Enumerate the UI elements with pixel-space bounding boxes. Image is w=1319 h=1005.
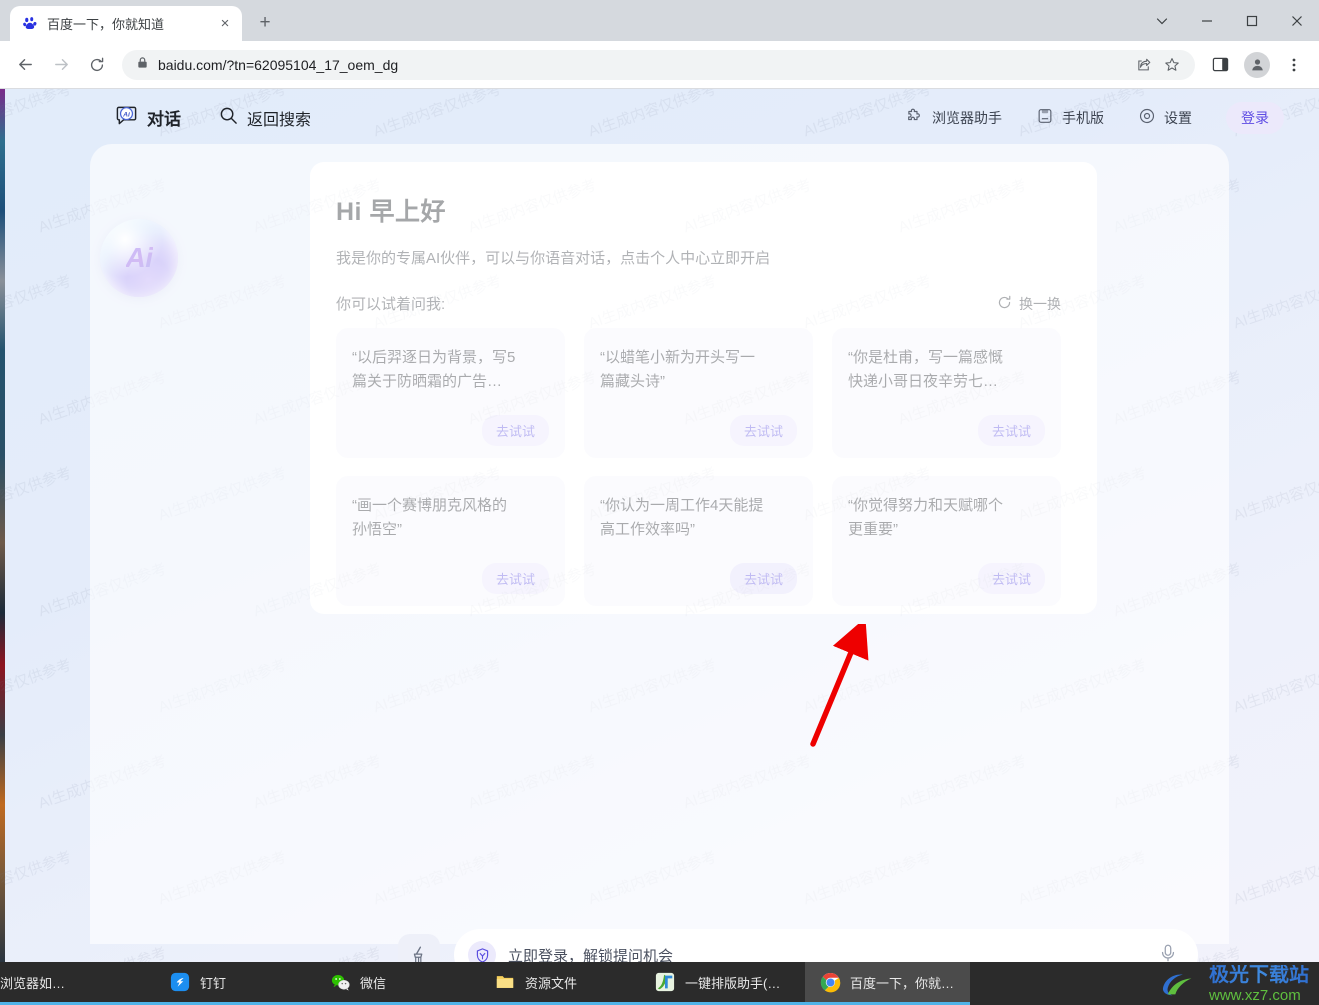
profile-avatar-icon[interactable] [1244,51,1270,78]
content-shell [90,144,1229,944]
chat-input-placeholder: 立即登录，解锁提问机会 [508,947,674,963]
shield-badge-icon [468,941,496,962]
watermark-text: AI生成内容仅供参考 [250,942,384,962]
address-bar[interactable]: baidu.com/?tn=62095104_17_oem_dg [122,49,1195,80]
nav-label-browser-assistant: 浏览器助手 [932,109,1002,126]
watermark-text: AI生成内容仅供参考 [1231,848,1319,909]
taskbar-item-resource-folder[interactable]: 资源文件 [480,962,640,1005]
tab-title: 百度一下，你就知道 [47,17,165,32]
share-icon[interactable] [1131,52,1157,78]
chat-input-bar: 立即登录，解锁提问机会 [398,929,1198,962]
chat-input-field[interactable]: 立即登录，解锁提问机会 [454,929,1198,962]
nav-item-settings[interactable]: 设置 [1138,107,1192,128]
taskbar-label: 钉钉 [200,975,227,991]
side-panel-icon[interactable] [1203,48,1237,82]
nav-item-browser-assistant[interactable]: 浏览器助手 [906,107,1002,128]
page-header: Ai 对话 返回搜索 浏览器助手 手机版 设置 登录 [0,89,1319,146]
browser-tab[interactable]: 百度一下，你就知道 × [10,6,242,41]
taskbar-item-chrome[interactable]: 百度一下，你就知… [805,962,970,1005]
forward-arrow-icon[interactable] [44,48,78,82]
gear-icon [1138,107,1156,128]
dingtalk-icon [169,971,191,993]
tab-close-icon[interactable]: × [214,13,236,35]
browser-window: 百度一下，你就知道 × + baidu.com/?tn=62095104_17_… [0,0,1319,1005]
header-nav-right: 浏览器助手 手机版 设置 登录 [906,101,1284,134]
left-edge-strip [0,89,5,962]
brand-name-cn: 极光下载站 [1209,963,1309,986]
browser-titlebar: 百度一下，你就知道 × + [0,0,1319,41]
omnibox-actions [1131,52,1185,78]
taskbar-label: 一键排版助手(MyE… [685,975,791,991]
three-dot-menu-icon[interactable] [1277,48,1311,82]
search-icon [219,106,238,130]
lock-icon [136,56,149,74]
baidu-paw-icon [22,15,39,32]
watermark-text: AI生成内容仅供参考 [0,848,74,909]
brand-url: www.xz7.com [1209,986,1301,1004]
maximize-icon[interactable] [1229,0,1274,41]
site-watermark-logo: 极光下载站 www.xz7.com [1160,962,1309,1005]
svg-text:Ai: Ai [122,111,130,118]
puzzle-icon [906,107,924,128]
nav-label-chat: 对话 [147,110,181,129]
microphone-icon[interactable] [1158,943,1178,963]
login-button[interactable]: 登录 [1226,101,1284,134]
browser-toolbar: baidu.com/?tn=62095104_17_oem_dg [0,41,1319,88]
back-arrow-icon[interactable] [8,48,42,82]
nav-label-mobile: 手机版 [1062,109,1104,126]
reload-icon[interactable] [80,48,114,82]
window-controls [1139,0,1319,41]
taskbar-label: 浏览器如… [0,975,66,991]
broom-clear-icon[interactable] [398,934,440,962]
page-viewport: AI生成内容仅供参考 AI生成内容仅供参考 AI生成内容仅供参考 AI生成内容仅供参考… [0,89,1319,962]
wechat-icon [329,971,351,993]
watermark-text: AI生成内容仅供参考 [1231,272,1319,333]
header-nav-left: Ai 对话 返回搜索 [115,104,311,132]
nav-item-back-to-search[interactable]: 返回搜索 [219,106,311,130]
watermark-text: AI生成内容仅供参考 [35,942,169,962]
new-tab-button[interactable]: + [250,8,280,38]
toolbar-right-actions [1203,48,1311,82]
taskbar-item-dingtalk[interactable]: 钉钉 [155,962,315,1005]
taskbar-label: 资源文件 [525,975,578,991]
folder-icon [494,971,516,993]
nav-item-mobile[interactable]: 手机版 [1036,107,1104,128]
annotation-arrow [810,624,869,747]
mobile-icon [1036,107,1054,128]
star-icon[interactable] [1159,52,1185,78]
watermark-text: AI生成内容仅供参考 [1231,656,1319,717]
nav-item-chat[interactable]: Ai 对话 [115,104,181,132]
ai-chat-icon: Ai [115,104,138,132]
watermark-text: AI生成内容仅供参考 [1231,464,1319,525]
taskbar-item-typesetting[interactable]: 一键排版助手(MyE… [640,962,805,1005]
url-text: baidu.com/?tn=62095104_17_oem_dg [158,56,399,73]
aurora-swoosh-icon [1162,973,1192,995]
minimize-icon[interactable] [1184,0,1229,41]
tab-search-icon[interactable] [1139,0,1184,41]
nav-label-settings: 设置 [1164,109,1192,126]
windows-taskbar: 浏览器如… 钉钉 微信 资源文件 一键排版助手(MyE… [0,962,1319,1005]
typesetting-icon [654,971,676,993]
taskbar-item-browser[interactable]: 浏览器如… [0,962,155,1005]
taskbar-item-wechat[interactable]: 微信 [315,962,480,1005]
watermark-text: AI生成内容仅供参考 [0,464,74,525]
chrome-icon [819,971,841,993]
taskbar-label: 微信 [360,975,387,991]
watermark-text: AI生成内容仅供参考 [0,272,74,333]
taskbar-label: 百度一下，你就知… [850,975,956,991]
watermark-text: AI生成内容仅供参考 [0,656,74,717]
close-icon[interactable] [1274,0,1319,41]
nav-label-back-to-search: 返回搜索 [247,111,312,129]
